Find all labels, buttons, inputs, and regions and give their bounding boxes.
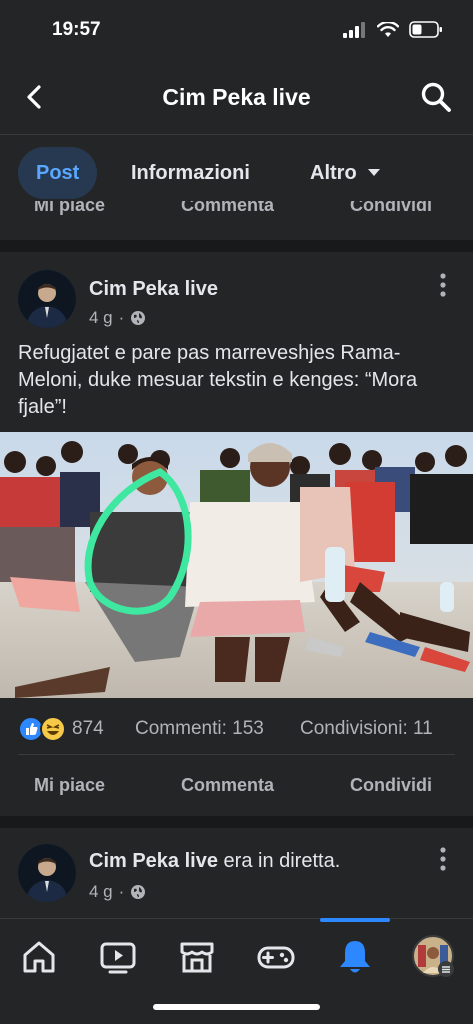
status-time: 19:57 [52,19,101,40]
feed-separator [0,816,473,828]
post-more-button[interactable] [437,846,449,872]
video-icon [100,942,136,974]
action-divider [18,754,455,755]
post-time: 4 g [89,882,113,901]
page-tabs: Post Informazioni Altro [0,145,473,201]
reactions-bar: 874 Commenti: 153 Condivisioni: 11 [0,710,473,750]
post-author[interactable]: Cim Peka live [89,278,218,301]
page-title: Cim Peka live [162,84,311,110]
haha-reaction-icon [40,716,66,742]
post-time: 4 g [89,308,113,327]
shares-count[interactable]: Condivisioni: 11 [300,718,433,740]
meta-separator: · [118,308,125,327]
nav-marketplace[interactable] [175,935,219,979]
tab-label: Post [36,161,80,184]
signal-icon [343,21,365,38]
tab-altro[interactable]: Altro [310,147,381,199]
profile-avatar-icon [412,935,454,977]
marketplace-icon [180,942,214,973]
nav-home[interactable] [17,935,61,979]
feed-separator [0,240,473,252]
author-name: Cim Peka live [89,850,218,872]
nav-gaming[interactable] [254,935,298,979]
photo-image [0,432,473,698]
comments-count[interactable]: Commenti: 153 [135,718,264,740]
previous-like-button[interactable]: Mi piace [34,201,105,216]
post-meta: 4 g · [89,882,146,902]
tab-post[interactable]: Post [18,147,98,199]
nav-video[interactable] [96,935,140,979]
nav-profile[interactable] [412,935,456,979]
author-avatar-icon [18,270,76,328]
status-icons [343,21,443,38]
caret-down-icon [367,169,380,176]
post-meta: 4 g · [89,308,146,328]
search-button[interactable] [419,80,453,114]
like-button[interactable]: Mi piace [34,775,105,796]
tab-label: Informazioni [131,161,250,184]
tab-informazioni[interactable]: Informazioni [131,147,250,199]
bell-icon [340,941,370,973]
active-tab-indicator [320,918,390,922]
status-bar: 19:57 [0,0,473,62]
post-text: Refugjatet e pare pas marreveshjes Rama-… [18,342,418,418]
home-icon [23,941,55,973]
avatar[interactable] [18,844,76,902]
reactions-count[interactable]: 874 [72,718,104,740]
tab-label: Altro [310,161,357,184]
previous-comment-button[interactable]: Commenta [181,201,274,216]
post-card: Cim Peka live era in diretta. 4 g · [0,828,473,918]
post-author[interactable]: Cim Peka live era in diretta. [89,850,340,873]
avatar[interactable] [18,270,76,328]
header-divider [0,134,473,135]
more-vertical-icon [440,847,446,871]
post-photo[interactable] [0,432,473,698]
gamepad-icon [257,946,295,969]
wifi-icon [377,21,399,37]
author-avatar-icon [18,844,76,902]
page-header: Cim Peka live [0,62,473,134]
battery-icon [409,21,442,38]
more-vertical-icon [440,273,446,297]
nav-notifications[interactable] [333,935,377,979]
comment-button[interactable]: Commenta [181,775,274,796]
post-more-button[interactable] [437,272,449,298]
globe-icon [131,311,146,325]
meta-separator: · [118,882,125,901]
search-icon [421,82,451,112]
previous-post-actions: Mi piace Commenta Condividi [0,201,473,221]
reaction-icons[interactable] [18,716,66,742]
author-suffix: era in diretta. [223,850,341,872]
previous-share-button[interactable]: Condividi [350,201,432,216]
post-card: Cim Peka live 4 g · Refugjatet e pare pa… [0,252,473,816]
globe-icon [131,885,146,899]
share-button[interactable]: Condividi [350,775,432,796]
home-indicator [153,1004,320,1010]
